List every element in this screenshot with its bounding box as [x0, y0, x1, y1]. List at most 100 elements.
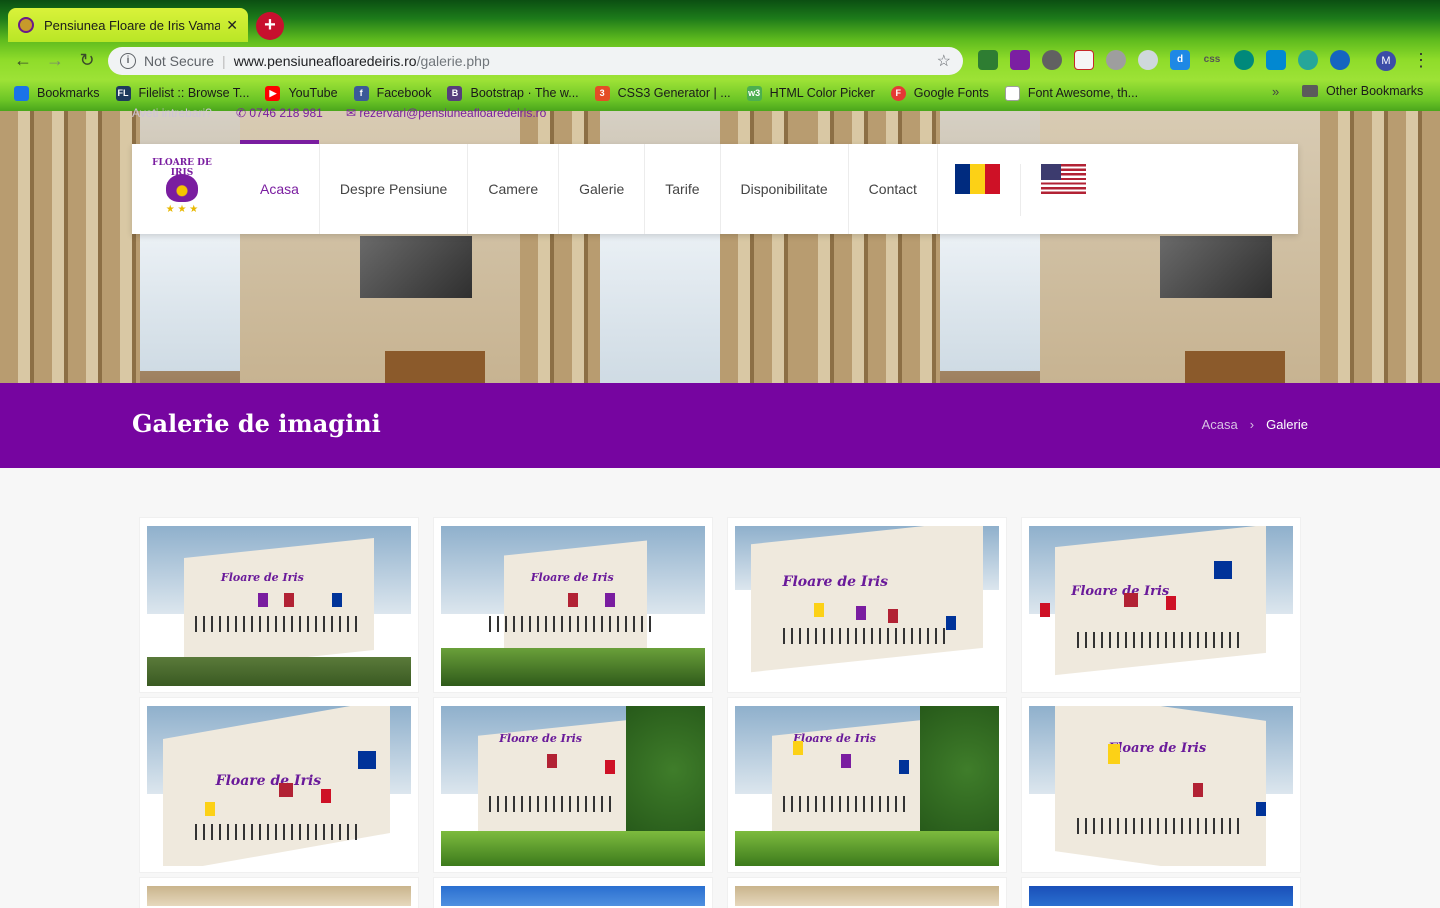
- hero-painting: [1160, 236, 1272, 298]
- flag-divider: [1020, 164, 1021, 216]
- bookmarks-overflow-icon[interactable]: »: [1272, 84, 1279, 99]
- bookmark-star-icon[interactable]: ☆: [937, 51, 951, 71]
- gallery-item[interactable]: [1022, 878, 1300, 908]
- bookmark-item[interactable]: Font Awesome, th...: [1004, 85, 1139, 101]
- address-bar[interactable]: i Not Secure | www.pensiuneafloaredeiris…: [108, 47, 963, 75]
- topbar-phone[interactable]: ✆ 0746 218 981: [236, 106, 323, 120]
- main-navigation: FLOARE DE IRIS ★ ★ ★ Acasa Despre Pensiu…: [132, 140, 1298, 234]
- css-extension-icon[interactable]: css: [1202, 50, 1222, 70]
- cloud-extension-icon[interactable]: [1266, 50, 1286, 70]
- gallery-photo: Floare de Iris: [441, 526, 705, 686]
- bookmark-item[interactable]: ▶ YouTube: [265, 85, 338, 101]
- page-title-bar: Galerie de imagini Acasa › Galerie: [0, 383, 1440, 468]
- bookmark-label: Bootstrap · The w...: [470, 86, 579, 100]
- recycle-extension-icon[interactable]: [1106, 50, 1126, 70]
- gallery-item[interactable]: [728, 878, 1006, 908]
- nav-item-despre-pensiune[interactable]: Despre Pensiune: [320, 144, 469, 234]
- gallery-photo: Floare de Iris: [1029, 706, 1293, 866]
- bookmark-label: Facebook: [376, 86, 432, 100]
- forward-arrow-icon[interactable]: →: [44, 50, 66, 71]
- brain-extension-icon[interactable]: [1298, 50, 1318, 70]
- hero-curtain: [0, 111, 140, 383]
- d-extension-icon[interactable]: d: [1170, 50, 1190, 70]
- breadcrumb-home[interactable]: Acasa: [1202, 417, 1238, 432]
- hero-painting: [360, 236, 472, 298]
- wave-extension-icon[interactable]: [1330, 50, 1350, 70]
- nav-item-tarife[interactable]: Tarife: [645, 144, 721, 234]
- profile-avatar[interactable]: M: [1376, 51, 1396, 71]
- nav-item-acasa[interactable]: Acasa: [240, 140, 320, 234]
- bookmark-item[interactable]: f Facebook: [353, 85, 432, 101]
- nav-item-contact[interactable]: Contact: [849, 144, 938, 234]
- gallery-item[interactable]: Floare de Iris: [1022, 518, 1300, 692]
- filelist-icon: FL: [115, 85, 131, 101]
- email-address: rezervari@pensiuneafloaredeiris.ro: [359, 106, 547, 120]
- bookmark-item[interactable]: w3 HTML Color Picker: [746, 85, 875, 101]
- eyedropper-extension-icon[interactable]: [978, 50, 998, 70]
- hero-window: [940, 221, 1040, 371]
- breadcrumb: Acasa › Galerie: [1202, 417, 1308, 432]
- gallery-photo: [441, 886, 705, 906]
- topbar-email[interactable]: ✉ rezervari@pensiuneafloaredeiris.ro: [346, 106, 546, 120]
- bootstrap-icon: B: [447, 85, 463, 101]
- bookmark-label: Font Awesome, th...: [1027, 86, 1139, 100]
- gallery-item[interactable]: Floare de Iris: [728, 698, 1006, 872]
- site-logo[interactable]: FLOARE DE IRIS ★ ★ ★: [150, 158, 214, 222]
- gallery-item[interactable]: Floare de Iris: [140, 698, 418, 872]
- bookmark-label: HTML Color Picker: [769, 86, 875, 100]
- new-tab-button[interactable]: +: [256, 12, 284, 40]
- nav-item-disponibilitate[interactable]: Disponibilitate: [721, 144, 849, 234]
- hero-window: [140, 221, 240, 371]
- breadcrumb-current: Galerie: [1266, 417, 1308, 432]
- bookmark-item[interactable]: F Google Fonts: [890, 85, 989, 101]
- gallery-photo: Floare de Iris: [441, 706, 705, 866]
- gallery-item[interactable]: Floare de Iris: [728, 518, 1006, 692]
- bulb-extension-icon[interactable]: [1138, 50, 1158, 70]
- gallery-item[interactable]: Floare de Iris: [140, 518, 418, 692]
- gallery-item[interactable]: Floare de Iris: [434, 698, 712, 872]
- gallery-item[interactable]: [140, 878, 418, 908]
- hero-curtain: [1320, 111, 1440, 383]
- menu: Acasa Despre Pensiune Camere Galerie Tar…: [240, 140, 938, 234]
- pen-extension-icon[interactable]: [1010, 50, 1030, 70]
- tab-title: Pensiunea Floare de Iris Vama: [44, 17, 221, 33]
- breadcrumb-separator-icon: ›: [1249, 417, 1255, 432]
- browser-menu-icon[interactable]: ⋮: [1412, 50, 1430, 71]
- bookmark-item[interactable]: 3 CSS3 Generator | ...: [594, 85, 731, 101]
- back-arrow-icon[interactable]: ←: [12, 50, 34, 71]
- nav-item-galerie[interactable]: Galerie: [559, 144, 646, 234]
- iris-flower-icon: [166, 174, 198, 202]
- gallery-photo: Floare de Iris: [147, 706, 411, 866]
- gear-extension-icon[interactable]: [1042, 50, 1062, 70]
- romanian-flag-icon[interactable]: [955, 164, 1000, 194]
- hero-window: [600, 211, 720, 383]
- gallery-item[interactable]: Floare de Iris: [1022, 698, 1300, 872]
- page-title: Galerie de imagini: [132, 409, 381, 438]
- youtube-icon: ▶: [265, 85, 281, 101]
- bookmark-item[interactable]: B Bootstrap · The w...: [447, 85, 579, 101]
- w3-icon: w3: [746, 85, 762, 101]
- reload-icon[interactable]: ↻: [76, 50, 98, 71]
- gallery-photo: Floare de Iris: [735, 706, 999, 866]
- gallery-photo: Floare de Iris: [735, 526, 999, 686]
- bookmark-label: Filelist :: Browse T...: [138, 86, 250, 100]
- bookmark-item[interactable]: FL Filelist :: Browse T...: [115, 85, 250, 101]
- gallery-item[interactable]: Floare de Iris: [434, 518, 712, 692]
- google-fonts-icon: F: [890, 85, 906, 101]
- url-domain: www.pensiuneafloaredeiris.ro: [233, 53, 417, 69]
- hero-table: [1185, 351, 1285, 383]
- gallery-item[interactable]: [434, 878, 712, 908]
- gallery-photo: Floare de Iris: [1029, 526, 1293, 686]
- globe-extension-icon[interactable]: [1234, 50, 1254, 70]
- other-bookmarks[interactable]: Other Bookmarks: [1302, 84, 1423, 98]
- us-flag-icon[interactable]: [1041, 164, 1086, 194]
- info-icon[interactable]: i: [120, 53, 136, 69]
- bookmark-label: YouTube: [288, 86, 338, 100]
- security-label: Not Secure: [144, 53, 215, 69]
- url-path: /galerie.php: [416, 53, 490, 69]
- calendar-extension-icon[interactable]: [1074, 50, 1094, 70]
- browser-tab[interactable]: Pensiunea Floare de Iris Vama ✕: [8, 8, 248, 42]
- bookmark-item[interactable]: Bookmarks: [14, 85, 100, 101]
- tab-close-icon[interactable]: ✕: [226, 17, 238, 34]
- nav-item-camere[interactable]: Camere: [468, 144, 560, 234]
